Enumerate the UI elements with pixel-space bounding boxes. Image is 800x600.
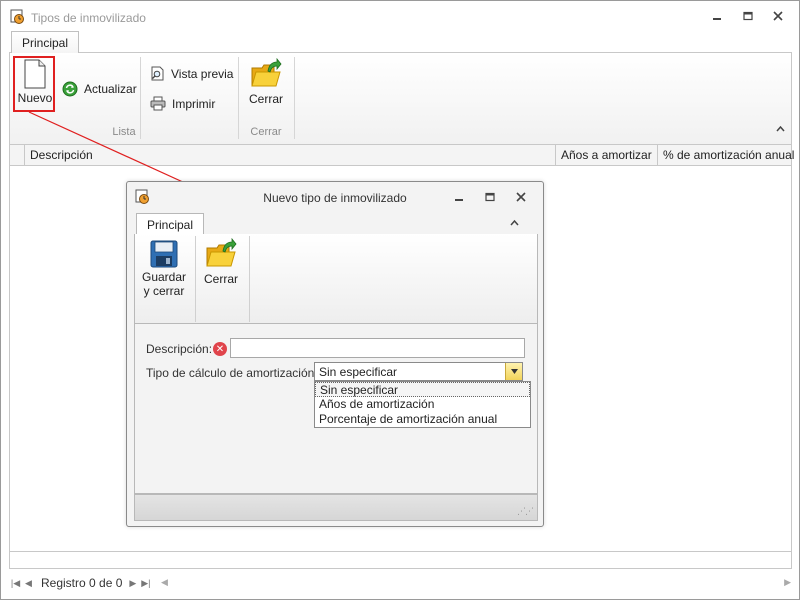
horizontal-scrollbar[interactable]: ◀ ▶ xyxy=(161,576,791,590)
dropdown-option[interactable]: Sin especificar xyxy=(315,382,530,397)
column-header-descripcion[interactable]: Descripción xyxy=(24,145,556,165)
next-record-button[interactable]: ▶ xyxy=(126,578,139,589)
dialog-ribbon-separator xyxy=(195,236,196,322)
dialog-ribbon-separator xyxy=(249,236,250,322)
nuevo-tipo-dialog: Nuevo tipo de inmovilizado Principal Gua… xyxy=(126,181,544,527)
scroll-left-icon[interactable]: ◀ xyxy=(161,577,168,588)
tipo-calculo-value: Sin especificar xyxy=(319,365,398,379)
vista-previa-label: Vista previa xyxy=(171,66,234,81)
last-record-button[interactable]: ▶| xyxy=(139,578,152,589)
column-header-porcentaje[interactable]: % de amortización anual xyxy=(657,145,794,165)
descripcion-label: Descripción: xyxy=(146,342,213,356)
dropdown-option[interactable]: Años de amortización xyxy=(315,397,530,412)
guardar-label-line1: Guardar xyxy=(141,270,187,284)
dialog-minimize-button[interactable] xyxy=(449,189,469,205)
imprimir-button[interactable]: Imprimir xyxy=(150,96,215,111)
nuevo-label: Nuevo xyxy=(17,91,53,105)
lista-group-label: Lista xyxy=(112,126,136,138)
record-navigator: |◀ ◀ Registro 0 de 0 ▶ ▶| ◀ ▶ xyxy=(9,574,792,592)
resize-grip-icon[interactable]: ⋰⋰ xyxy=(517,506,534,517)
combo-dropdown-button[interactable] xyxy=(505,363,522,380)
minimize-button[interactable] xyxy=(707,8,727,24)
nuevo-button[interactable]: Nuevo xyxy=(17,59,53,105)
record-counter: Registro 0 de 0 xyxy=(41,576,123,590)
dialog-cerrar-button[interactable]: Cerrar xyxy=(201,238,241,286)
cerrar-group-label: Cerrar xyxy=(250,126,282,138)
maximize-icon xyxy=(485,192,495,202)
dialog-ribbon-collapse-button[interactable] xyxy=(510,218,519,229)
print-preview-icon xyxy=(151,66,164,81)
cerrar-label: Cerrar xyxy=(248,92,283,106)
cerrar-button[interactable]: Cerrar xyxy=(247,58,285,106)
minimize-icon xyxy=(713,18,721,20)
guardar-y-cerrar-button[interactable]: Guardar y cerrar xyxy=(139,240,189,298)
folder-close-icon xyxy=(206,238,237,267)
folder-close-icon xyxy=(251,58,282,87)
dialog-ribbon: Guardar y cerrar Cerrar xyxy=(134,234,538,324)
grid-header: Descripción Años a amortizar % de amorti… xyxy=(9,145,794,166)
maximize-icon xyxy=(743,11,753,21)
new-document-icon xyxy=(24,59,46,89)
tab-principal[interactable]: Principal xyxy=(11,31,80,54)
guardar-label-line2: y cerrar xyxy=(143,284,185,298)
descripcion-input[interactable] xyxy=(230,338,525,358)
chevron-down-icon xyxy=(510,369,518,374)
actualizar-button[interactable]: Actualizar xyxy=(62,81,137,97)
first-record-button[interactable]: |◀ xyxy=(9,578,22,589)
chevron-up-icon xyxy=(510,219,519,226)
dialog-tab-principal[interactable]: Principal xyxy=(136,213,205,235)
actualizar-label: Actualizar xyxy=(84,82,137,96)
dropdown-option[interactable]: Porcentaje de amortización anual xyxy=(315,412,530,427)
ribbon: Nuevo Actualizar Vista previa Imprimir L… xyxy=(9,53,792,145)
ribbon-collapse-button[interactable] xyxy=(776,124,785,135)
tipo-calculo-label: Tipo de cálculo de amortización: xyxy=(146,366,318,380)
close-icon xyxy=(516,192,526,202)
ribbon-separator xyxy=(294,57,295,139)
column-header-anos[interactable]: Años a amortizar xyxy=(555,145,657,165)
prev-record-button[interactable]: ◀ xyxy=(22,578,35,589)
grid-footer xyxy=(9,551,792,569)
maximize-button[interactable] xyxy=(738,8,758,24)
imprimir-label: Imprimir xyxy=(172,96,216,111)
dialog-cerrar-label: Cerrar xyxy=(203,272,238,286)
minimize-icon xyxy=(455,199,463,201)
chevron-up-icon xyxy=(776,125,785,132)
printer-icon xyxy=(150,96,166,111)
close-icon xyxy=(773,11,783,21)
close-window-button[interactable] xyxy=(768,8,788,24)
scroll-right-icon[interactable]: ▶ xyxy=(784,577,791,588)
dialog-form: Descripción: ✕ Tipo de cálculo de amorti… xyxy=(134,324,538,494)
app-icon xyxy=(10,9,24,24)
error-icon: ✕ xyxy=(213,342,227,356)
tipo-calculo-dropdown: Sin especificar Años de amortización Por… xyxy=(314,381,531,428)
dialog-maximize-button[interactable] xyxy=(480,189,500,205)
save-icon xyxy=(150,240,178,268)
dialog-title-bar: Nuevo tipo de inmovilizado xyxy=(127,182,543,212)
vista-previa-button[interactable]: Vista previa xyxy=(150,66,233,81)
window-title: Tipos de inmovilizado xyxy=(31,11,146,25)
refresh-icon xyxy=(62,81,78,97)
dialog-status-bar: ⋰⋰ xyxy=(134,494,538,521)
dialog-close-button[interactable] xyxy=(511,189,531,205)
title-bar: Tipos de inmovilizado xyxy=(1,1,799,31)
tipo-calculo-combo[interactable]: Sin especificar xyxy=(314,362,523,381)
ribbon-tabstrip: Principal xyxy=(9,31,792,54)
